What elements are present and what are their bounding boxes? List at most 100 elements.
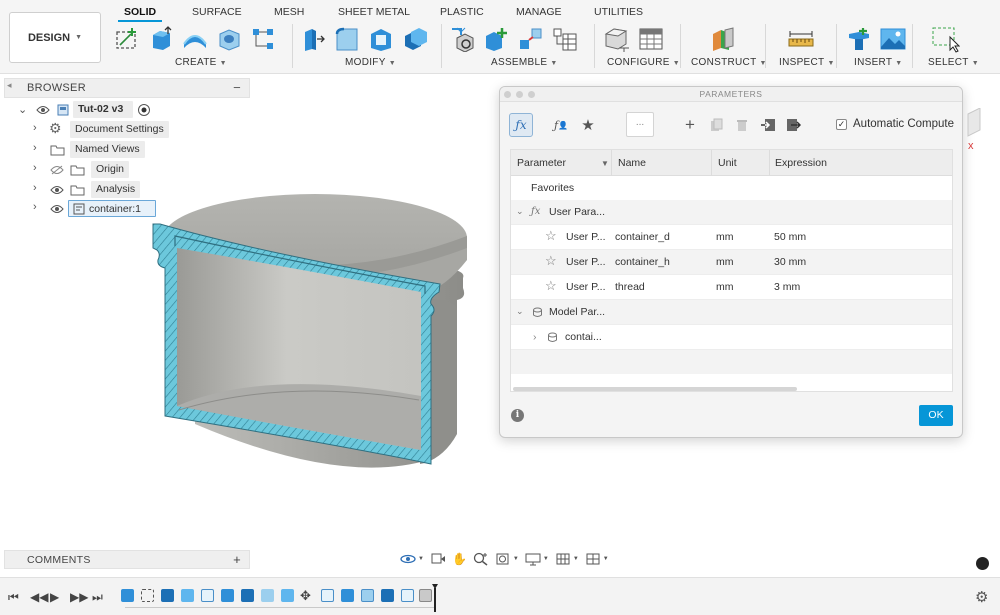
help-icon[interactable]: [976, 557, 989, 570]
chevron-down-icon[interactable]: ⌄: [516, 206, 524, 217]
insert-canvas-icon[interactable]: [878, 24, 908, 54]
trash-icon[interactable]: [730, 113, 754, 137]
timeline-feature[interactable]: [121, 589, 134, 602]
tab-solid[interactable]: SOLID: [117, 6, 163, 22]
favorite-star-outline-icon[interactable]: ☆: [545, 228, 557, 244]
add-comment-icon[interactable]: +: [233, 551, 241, 569]
timeline-feature[interactable]: [221, 589, 234, 602]
hole-icon[interactable]: [214, 24, 244, 54]
parameter-name[interactable]: thread: [615, 281, 645, 293]
tab-surface[interactable]: SURFACE: [192, 6, 242, 18]
play-icon[interactable]: ▶: [50, 590, 59, 604]
configure-design-icon[interactable]: [602, 24, 632, 54]
pan-hand-icon[interactable]: ✋: [452, 552, 467, 566]
viewcube-icon[interactable]: [962, 108, 982, 138]
chevron-right-icon[interactable]: ›: [33, 122, 37, 134]
timeline-marker[interactable]: [432, 584, 438, 612]
gear-icon[interactable]: ⚙: [975, 588, 988, 606]
function-filter-icon[interactable]: ƒx: [509, 113, 533, 137]
create-group-label[interactable]: CREATE ▼: [175, 57, 227, 68]
zoom-icon[interactable]: [473, 552, 489, 566]
step-back-icon[interactable]: ◀◀: [30, 590, 48, 604]
select-window-icon[interactable]: [930, 24, 960, 54]
timeline-feature[interactable]: [381, 589, 394, 602]
chevron-right-icon[interactable]: ›: [33, 182, 37, 194]
timeline-feature[interactable]: [241, 589, 254, 602]
look-at-icon[interactable]: [430, 552, 446, 566]
timeline-feature[interactable]: [201, 589, 214, 602]
orbit-icon[interactable]: ▼: [400, 552, 424, 566]
import-icon[interactable]: [756, 113, 780, 137]
comments-panel-header[interactable]: COMMENTS +: [4, 550, 250, 569]
timeline-feature[interactable]: [321, 589, 334, 602]
go-to-start-icon[interactable]: ⏮: [8, 590, 19, 605]
column-parameter[interactable]: Parameter: [517, 157, 566, 169]
tab-mesh[interactable]: MESH: [274, 6, 304, 18]
inspect-group-label[interactable]: INSPECT ▼: [779, 57, 835, 68]
tab-plastic[interactable]: PLASTIC: [440, 6, 484, 18]
new-component-icon[interactable]: [448, 24, 478, 54]
radio-active-icon[interactable]: [137, 103, 151, 117]
step-forward-icon[interactable]: ▶▶: [70, 590, 88, 604]
construct-group-label[interactable]: CONSTRUCT ▼: [691, 57, 767, 68]
revolve-icon[interactable]: [180, 24, 210, 54]
horizontal-scrollbar[interactable]: [513, 387, 797, 391]
favorites-row[interactable]: Favorites: [511, 176, 952, 201]
workspace-switcher[interactable]: DESIGN ▼: [9, 12, 101, 63]
extrude-icon[interactable]: [146, 24, 176, 54]
automatic-compute-toggle[interactable]: ✓ Automatic Compute: [836, 118, 954, 130]
configure-group-label[interactable]: CONFIGURE ▼: [607, 57, 680, 68]
timeline-feature[interactable]: [141, 589, 154, 602]
chevron-right-icon[interactable]: ›: [533, 331, 537, 343]
user-parameter-filter-icon[interactable]: ƒ 👤: [549, 113, 573, 137]
parameter-unit[interactable]: mm: [716, 231, 734, 243]
eye-icon[interactable]: [50, 185, 64, 195]
favorite-star-outline-icon[interactable]: ☆: [545, 278, 557, 294]
parameter-unit[interactable]: mm: [716, 256, 734, 268]
browser-root-row[interactable]: ⌄ Tut-02 v3: [0, 101, 250, 119]
eye-hidden-icon[interactable]: [50, 165, 64, 175]
timeline-feature[interactable]: [181, 589, 194, 602]
ok-button[interactable]: OK: [919, 405, 953, 426]
user-parameters-group-row[interactable]: ⌄ ƒx User Para...: [511, 200, 952, 225]
table-row[interactable]: ☆ User P... container_h mm 30 mm: [511, 250, 952, 275]
timeline-feature[interactable]: [419, 589, 432, 602]
export-icon[interactable]: [781, 113, 805, 137]
timeline-move-feature[interactable]: ✥: [300, 588, 311, 604]
grid-settings-icon[interactable]: ▼: [555, 552, 579, 566]
table-row[interactable]: ☆ User P... container_d mm 50 mm: [511, 225, 952, 250]
joint-icon[interactable]: [482, 24, 512, 54]
collapse-icon[interactable]: −: [233, 80, 241, 95]
table-row[interactable]: › contai...: [511, 325, 952, 350]
chevron-down-icon[interactable]: ⌄: [18, 103, 27, 116]
bill-of-materials-icon[interactable]: [550, 24, 580, 54]
viewports-icon[interactable]: ▼: [585, 552, 609, 566]
column-expression[interactable]: Expression: [775, 157, 827, 169]
create-sketch-icon[interactable]: [112, 24, 142, 54]
pattern-icon[interactable]: [248, 24, 278, 54]
parameter-unit[interactable]: mm: [716, 281, 734, 293]
chevron-right-icon[interactable]: ›: [33, 201, 37, 213]
timeline-feature[interactable]: [361, 589, 374, 602]
add-parameter-icon[interactable]: +: [678, 113, 702, 137]
automatic-compute-checkbox[interactable]: ✓: [836, 118, 847, 130]
go-to-end-icon[interactable]: ⏭: [92, 590, 103, 605]
column-unit[interactable]: Unit: [718, 157, 737, 169]
insert-group-label[interactable]: INSERT ▼: [854, 57, 903, 68]
browser-panel-header[interactable]: BROWSER −: [4, 78, 250, 98]
timeline-feature[interactable]: [281, 589, 294, 602]
modify-group-label[interactable]: MODIFY ▼: [345, 57, 396, 68]
favorite-star-outline-icon[interactable]: ☆: [545, 253, 557, 269]
press-pull-icon[interactable]: [298, 24, 328, 54]
chevron-right-icon[interactable]: ›: [33, 162, 37, 174]
panel-grip-icon[interactable]: ◂: [7, 80, 12, 91]
info-icon[interactable]: i: [511, 409, 524, 422]
shell-icon[interactable]: [366, 24, 396, 54]
timeline-feature[interactable]: [341, 589, 354, 602]
assemble-group-label[interactable]: ASSEMBLE ▼: [491, 57, 558, 68]
copy-icon[interactable]: [705, 113, 729, 137]
insert-mcmaster-icon[interactable]: [844, 24, 874, 54]
as-built-joint-icon[interactable]: [516, 24, 546, 54]
measure-icon[interactable]: [786, 24, 816, 54]
sort-caret-icon[interactable]: ▼: [601, 159, 609, 168]
